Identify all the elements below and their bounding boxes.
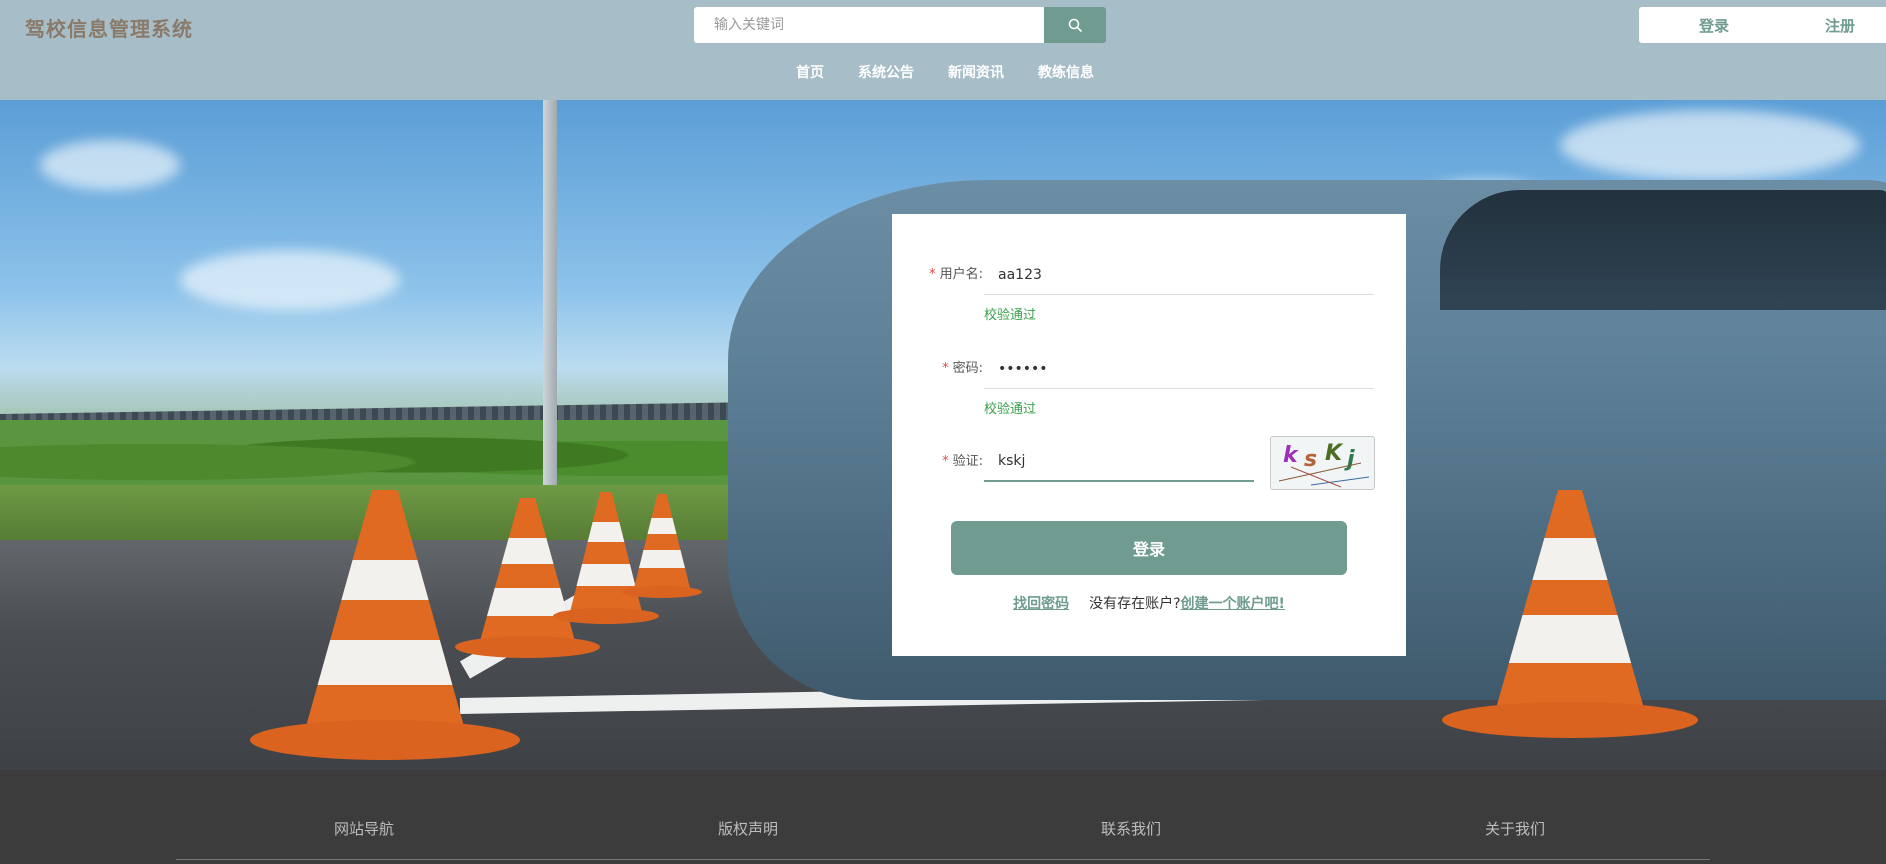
bushes: [0, 420, 760, 490]
light-pole: [543, 100, 557, 515]
footer-copyright[interactable]: 版权声明: [718, 818, 778, 839]
create-account-link[interactable]: 创建一个账户吧!: [1181, 596, 1285, 612]
login-submit-button[interactable]: 登录: [951, 521, 1347, 575]
cloud-shape: [180, 250, 400, 310]
username-valid-hint: 校验通过: [984, 308, 1037, 323]
main-nav: 首页 系统公告 新闻资讯 教练信息: [0, 62, 1886, 82]
cloud-shape: [1560, 110, 1860, 180]
captcha-input[interactable]: [984, 442, 1254, 482]
username-label-text: 用户名:: [939, 267, 983, 282]
site-footer: 网站导航 版权声明 联系我们 关于我们: [0, 770, 1886, 864]
login-links: 找回密码 没有存在账户?创建一个账户吧!: [892, 593, 1406, 613]
login-card: *用户名: 校验通过 *密码: 校验通过 *验证: k s K j 登录 找回密…: [892, 214, 1406, 656]
captcha-label-text: 验证:: [952, 454, 983, 469]
password-row: *密码: 校验通过: [892, 349, 1406, 419]
captcha-noise: [1278, 462, 1370, 488]
search-input[interactable]: [694, 7, 1044, 43]
site-header: 驾校信息管理系统 登录 注册 首页 系统公告 新闻资讯 教练信息: [0, 0, 1886, 100]
no-account-text: 没有存在账户?: [1089, 596, 1181, 612]
password-valid-hint: 校验通过: [984, 402, 1037, 417]
captcha-image[interactable]: k s K j: [1270, 436, 1375, 490]
footer-site-nav[interactable]: 网站导航: [334, 818, 394, 839]
search-bar: [694, 7, 1106, 43]
footer-contact[interactable]: 联系我们: [1101, 818, 1161, 839]
traffic-cone: [622, 494, 702, 598]
required-mark: *: [929, 267, 936, 282]
captcha-row: * 验证: k s K j: [892, 436, 1406, 496]
username-input[interactable]: [984, 255, 1374, 295]
password-label-text: 密码:: [952, 361, 983, 376]
password-label: * 密码:: [892, 357, 983, 376]
footer-divider: [176, 859, 1710, 860]
search-icon: [1068, 18, 1082, 32]
search-button[interactable]: [1044, 7, 1106, 43]
required-mark: *: [942, 454, 949, 469]
car-window: [1440, 190, 1886, 310]
forgot-password-link[interactable]: 找回密码: [1013, 596, 1069, 612]
password-input[interactable]: [984, 349, 1374, 389]
nav-item-announcements[interactable]: 系统公告: [854, 62, 914, 82]
captcha-label: * 验证:: [892, 450, 983, 469]
nav-item-coaches[interactable]: 教练信息: [1034, 62, 1094, 82]
nav-item-news[interactable]: 新闻资讯: [944, 62, 1004, 82]
traffic-cone: [1442, 490, 1698, 738]
cloud-shape: [40, 140, 180, 190]
nav-item-home[interactable]: 首页: [792, 62, 824, 82]
username-label: * 用户名:: [892, 263, 983, 282]
required-mark: *: [942, 361, 949, 376]
header-register-button[interactable]: 注册: [1765, 7, 1886, 43]
username-row: *用户名: 校验通过: [892, 255, 1406, 325]
footer-about[interactable]: 关于我们: [1485, 818, 1545, 839]
site-brand: 驾校信息管理系统: [25, 17, 193, 41]
